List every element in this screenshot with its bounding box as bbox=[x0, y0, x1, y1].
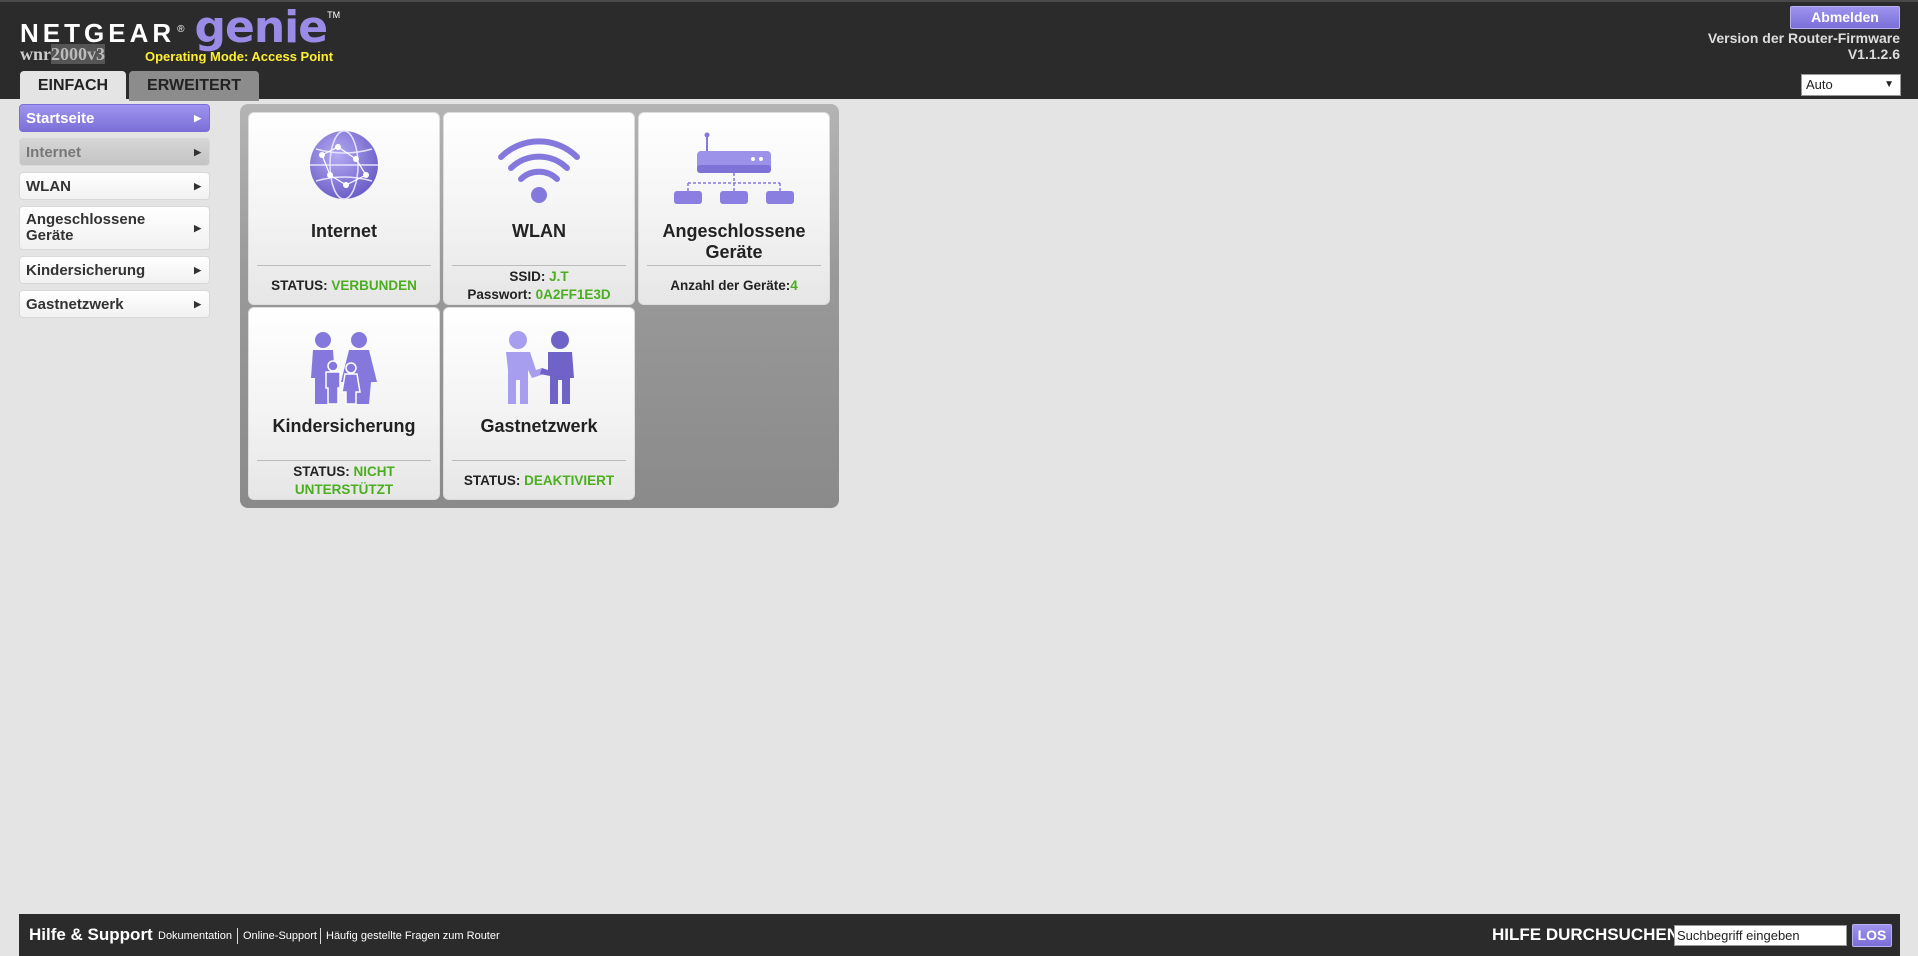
tile-title-line1: Angeschlossene bbox=[662, 221, 806, 241]
count-label: Anzahl der Geräte: bbox=[670, 278, 791, 293]
link-faq[interactable]: Häufig gestellte Fragen zum Router bbox=[326, 930, 500, 942]
sidebar-item-label: Angeschlossene Geräte bbox=[26, 211, 146, 244]
help-search-button[interactable]: LOS bbox=[1852, 924, 1892, 947]
count-value: 4 bbox=[790, 278, 798, 293]
divider bbox=[257, 460, 431, 461]
firmware-version: V1.1.2.6 bbox=[1847, 46, 1900, 62]
sidebar-item-label: Kindersicherung bbox=[26, 261, 146, 279]
chevron-right-icon: ▶ bbox=[194, 180, 201, 191]
sidebar-item-kindersicherung[interactable]: Kindersicherung ▶ bbox=[19, 256, 210, 284]
sidebar-item-label: Gastnetzwerk bbox=[26, 295, 124, 313]
tile-title-line2: Geräte bbox=[705, 242, 763, 262]
language-select-value: Auto bbox=[1806, 77, 1833, 92]
wifi-icon bbox=[497, 135, 581, 210]
chevron-right-icon: ▶ bbox=[194, 223, 201, 233]
sidebar-item-label: Startseite bbox=[26, 109, 95, 127]
tile-device-count: Anzahl der Geräte:4 bbox=[639, 277, 829, 295]
sidebar-item-wlan[interactable]: WLAN ▶ bbox=[19, 172, 210, 200]
chevron-right-icon: ▶ bbox=[194, 264, 201, 275]
divider bbox=[320, 928, 321, 944]
sidebar-item-startseite[interactable]: Startseite ▶ bbox=[19, 104, 210, 132]
status-value-line2: UNTERSTÜTZT bbox=[294, 482, 394, 497]
top-header: NETGEAR ® genie TM wnr2000v3 Operating M… bbox=[0, 0, 1918, 101]
tab-erweitert[interactable]: ERWEITERT bbox=[129, 71, 259, 101]
tile-internet[interactable]: Internet STATUS: VERBUNDEN bbox=[248, 112, 440, 305]
logout-button[interactable]: Abmelden bbox=[1790, 6, 1900, 29]
password-label: Passwort: bbox=[467, 287, 532, 302]
status-value: VERBUNDEN bbox=[331, 278, 417, 293]
ssid-label: SSID: bbox=[509, 269, 546, 284]
handshake-icon bbox=[498, 330, 580, 411]
chevron-right-icon: ▶ bbox=[194, 112, 201, 123]
registered-mark: ® bbox=[177, 24, 185, 35]
language-select[interactable]: Auto ▼ bbox=[1801, 74, 1901, 96]
dashboard-panel: Internet STATUS: VERBUNDEN WLAN SSID: J.… bbox=[240, 104, 839, 508]
genie-logo-text: genie bbox=[194, 2, 329, 53]
tile-title: Kindersicherung bbox=[272, 416, 416, 436]
tile-gastnetzwerk[interactable]: Gastnetzwerk STATUS: DEAKTIVIERT bbox=[443, 307, 635, 500]
tile-status: STATUS: VERBUNDEN bbox=[249, 277, 439, 295]
tile-password: Passwort: 0A2FF1E3D bbox=[444, 286, 634, 304]
firmware-label: Version der Router-Firmware bbox=[1707, 30, 1900, 46]
status-value-line1: NICHT bbox=[353, 464, 395, 479]
divider bbox=[237, 928, 238, 944]
help-search-label: HILFE DURCHSUCHEN bbox=[1492, 925, 1679, 944]
sidebar-item-label: Internet bbox=[26, 143, 82, 161]
operating-mode: Operating Mode: Access Point bbox=[145, 49, 334, 64]
help-footer: Hilfe & Support Dokumentation Online-Sup… bbox=[19, 914, 1900, 956]
tile-status: STATUS: NICHT UNTERSTÜTZT bbox=[249, 463, 439, 499]
status-label: STATUS: bbox=[463, 473, 521, 488]
status-label: STATUS: bbox=[293, 464, 350, 479]
globe-icon bbox=[308, 129, 380, 206]
sidebar-item-internet[interactable]: Internet ▶ bbox=[19, 138, 210, 166]
status-value: DEAKTIVIERT bbox=[524, 473, 615, 488]
model-suffix: 2000v3 bbox=[51, 44, 105, 64]
divider bbox=[647, 265, 821, 266]
family-icon bbox=[309, 330, 379, 411]
tile-angeschlossene-geraete[interactable]: Angeschlossene Geräte Anzahl der Geräte:… bbox=[638, 112, 830, 305]
model-name: wnr2000v3 bbox=[20, 44, 105, 65]
trademark-mark: TM bbox=[327, 10, 341, 20]
chevron-right-icon: ▶ bbox=[194, 298, 201, 309]
tile-title: Gastnetzwerk bbox=[480, 416, 598, 436]
password-value: 0A2FF1E3D bbox=[535, 287, 611, 302]
tile-title: Angeschlossene Geräte bbox=[639, 221, 829, 263]
divider bbox=[452, 460, 626, 461]
tile-kindersicherung[interactable]: Kindersicherung STATUS: NICHT UNTERSTÜTZ… bbox=[248, 307, 440, 500]
link-online-support[interactable]: Online-Support bbox=[243, 930, 317, 942]
help-support-title: Hilfe & Support bbox=[29, 925, 153, 944]
ssid-value: J.T bbox=[549, 269, 569, 284]
sidebar-item-angeschlossene-geraete[interactable]: Angeschlossene Geräte ▶ bbox=[19, 206, 210, 250]
divider bbox=[452, 265, 626, 266]
tile-wlan[interactable]: WLAN SSID: J.T Passwort: 0A2FF1E3D bbox=[443, 112, 635, 305]
sidebar-item-gastnetzwerk[interactable]: Gastnetzwerk ▶ bbox=[19, 290, 210, 318]
chevron-right-icon: ▶ bbox=[194, 146, 201, 157]
dropdown-arrow-icon: ▼ bbox=[1884, 79, 1894, 90]
network-devices-icon bbox=[673, 131, 795, 210]
sidebar-item-label: WLAN bbox=[26, 177, 71, 195]
status-label: STATUS: bbox=[271, 278, 328, 293]
model-prefix: wnr bbox=[20, 44, 51, 64]
tile-title: Internet bbox=[310, 221, 377, 241]
tile-title: WLAN bbox=[512, 221, 566, 241]
divider bbox=[257, 265, 431, 266]
link-dokumentation[interactable]: Dokumentation bbox=[158, 930, 232, 942]
tab-einfach[interactable]: EINFACH bbox=[20, 71, 126, 101]
tile-ssid: SSID: J.T bbox=[444, 268, 634, 286]
tile-status: STATUS: DEAKTIVIERT bbox=[444, 472, 634, 490]
help-search-input[interactable] bbox=[1674, 925, 1847, 946]
